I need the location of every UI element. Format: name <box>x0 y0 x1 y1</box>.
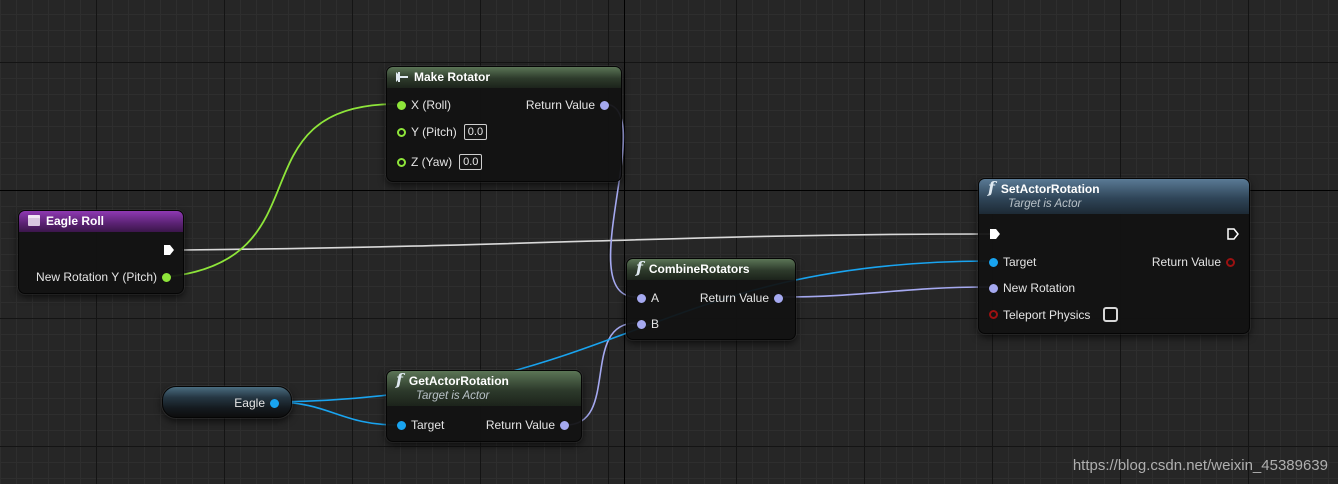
set-target-pin[interactable]: Target <box>989 255 1041 269</box>
function-f-icon: f <box>988 178 995 197</box>
rotator-pin-icon[interactable] <box>637 293 646 303</box>
watermark-text: https://blog.csdn.net/weixin_45389639 <box>1072 457 1328 474</box>
get-return-pin[interactable]: Return Value <box>481 418 569 432</box>
exec-pin-icon[interactable] <box>989 228 1001 240</box>
combine-b-pin[interactable]: B <box>637 317 664 331</box>
rotator-pin-icon[interactable] <box>989 283 998 293</box>
function-f-icon: f <box>636 258 643 277</box>
bool-pin-icon[interactable] <box>989 310 998 319</box>
object-pin-icon[interactable] <box>270 398 279 408</box>
y-pitch-pin[interactable]: Y (Pitch) 0.0 <box>397 124 488 140</box>
event-icon <box>28 215 40 226</box>
float-pin-icon[interactable] <box>397 100 406 110</box>
object-pin-icon[interactable] <box>989 257 998 267</box>
make-rotator-return-pin[interactable]: Return Value <box>521 98 609 112</box>
z-yaw-value-field[interactable]: 0.0 <box>459 154 483 170</box>
z-yaw-pin[interactable]: Z (Yaw) 0.0 <box>397 154 483 170</box>
set-actor-rotation-header[interactable]: f SetActorRotation Target is Actor <box>979 179 1249 214</box>
exec-pin-outline-icon[interactable] <box>1227 228 1239 240</box>
eagle-variable-node[interactable]: Eagle <box>162 386 292 418</box>
z-yaw-label: Z (Yaw) <box>411 155 453 169</box>
get-actor-rotation-subtitle: Target is Actor <box>416 390 490 402</box>
rotator-pin-icon[interactable] <box>600 100 609 110</box>
return-value-label: Return Value <box>1151 255 1221 269</box>
object-pin-icon[interactable] <box>397 420 406 430</box>
teleport-physics-checkbox[interactable] <box>1103 307 1119 322</box>
combine-return-pin[interactable]: Return Value <box>695 291 783 305</box>
combine-rotators-title: CombineRotators <box>648 262 750 276</box>
new-rotation-pitch-label: New Rotation Y (Pitch) <box>36 270 157 284</box>
teleport-physics-label: Teleport Physics <box>1003 307 1091 322</box>
set-teleport-physics-pin[interactable]: Teleport Physics <box>989 307 1119 322</box>
get-actor-rotation-node[interactable]: f GetActorRotation Target is Actor Target… <box>386 370 582 442</box>
x-roll-pin[interactable]: X (Roll) <box>397 98 456 112</box>
return-value-label: Return Value <box>485 418 555 432</box>
make-rotator-node[interactable]: Make Rotator X (Roll) Y (Pitch) 0.0 Z (Y… <box>386 66 622 182</box>
eagle-label: Eagle <box>234 396 265 410</box>
combine-to-new-rotation-wire[interactable] <box>777 286 989 298</box>
combine-rotators-node[interactable]: f CombineRotators A B Return Value <box>626 258 796 340</box>
new-rotation-label: New Rotation <box>1003 281 1076 295</box>
y-pitch-value-field[interactable]: 0.0 <box>463 124 488 140</box>
eagle-roll-header[interactable]: Eagle Roll <box>19 211 183 232</box>
get-actor-rotation-header[interactable]: f GetActorRotation Target is Actor <box>387 371 581 406</box>
return-value-label: Return Value <box>525 98 595 112</box>
function-f-icon: f <box>396 370 403 389</box>
combine-rotators-header[interactable]: f CombineRotators <box>627 259 795 280</box>
x-roll-label: X (Roll) <box>411 98 452 112</box>
eagle-roll-title: Eagle Roll <box>46 214 105 228</box>
new-rotation-pitch-pin[interactable]: New Rotation Y (Pitch) <box>31 270 171 284</box>
rotator-pin-icon[interactable] <box>560 420 569 430</box>
make-struct-icon <box>396 71 408 82</box>
combine-a-pin[interactable]: A <box>637 291 664 305</box>
make-rotator-header[interactable]: Make Rotator <box>387 67 621 88</box>
set-new-rotation-pin[interactable]: New Rotation <box>989 281 1080 295</box>
y-pitch-label: Y (Pitch) <box>411 125 457 139</box>
eagle-roll-node[interactable]: Eagle Roll New Rotation Y (Pitch) <box>18 210 184 294</box>
target-label: Target <box>1003 255 1037 269</box>
pitch-float-wire[interactable] <box>165 103 399 278</box>
float-pin-icon[interactable] <box>397 157 406 167</box>
set-return-pin[interactable]: Return Value <box>1147 255 1235 269</box>
exec-wire[interactable] <box>181 233 991 251</box>
rotator-pin-icon[interactable] <box>637 319 646 329</box>
set-exec-out-pin[interactable] <box>1227 228 1239 240</box>
target-label: Target <box>411 418 445 432</box>
eagle-roll-exec-out-pin[interactable] <box>163 244 175 256</box>
bool-pin-icon[interactable] <box>1226 257 1235 267</box>
set-exec-in-pin[interactable] <box>989 228 1001 240</box>
float-pin-icon[interactable] <box>397 127 406 137</box>
float-pin-icon[interactable] <box>162 272 171 282</box>
set-actor-rotation-node[interactable]: f SetActorRotation Target is Actor Target… <box>978 178 1250 334</box>
set-actor-rotation-subtitle: Target is Actor <box>1008 198 1082 210</box>
eagle-output-pin[interactable]: Eagle <box>229 396 279 410</box>
set-actor-rotation-title: SetActorRotation <box>1000 182 1100 196</box>
rotator-pin-icon[interactable] <box>774 293 783 303</box>
get-target-pin[interactable]: Target <box>397 418 449 432</box>
make-rotator-title: Make Rotator <box>414 70 491 84</box>
a-label: A <box>651 291 660 305</box>
get-actor-rotation-title: GetActorRotation <box>408 374 509 388</box>
eagle-to-get-target-wire[interactable] <box>273 401 399 426</box>
exec-pin-icon[interactable] <box>163 244 175 256</box>
return-value-label: Return Value <box>699 291 769 305</box>
blueprint-graph-canvas[interactable]: Make Rotator X (Roll) Y (Pitch) 0.0 Z (Y… <box>0 0 1338 484</box>
b-label: B <box>651 317 660 331</box>
